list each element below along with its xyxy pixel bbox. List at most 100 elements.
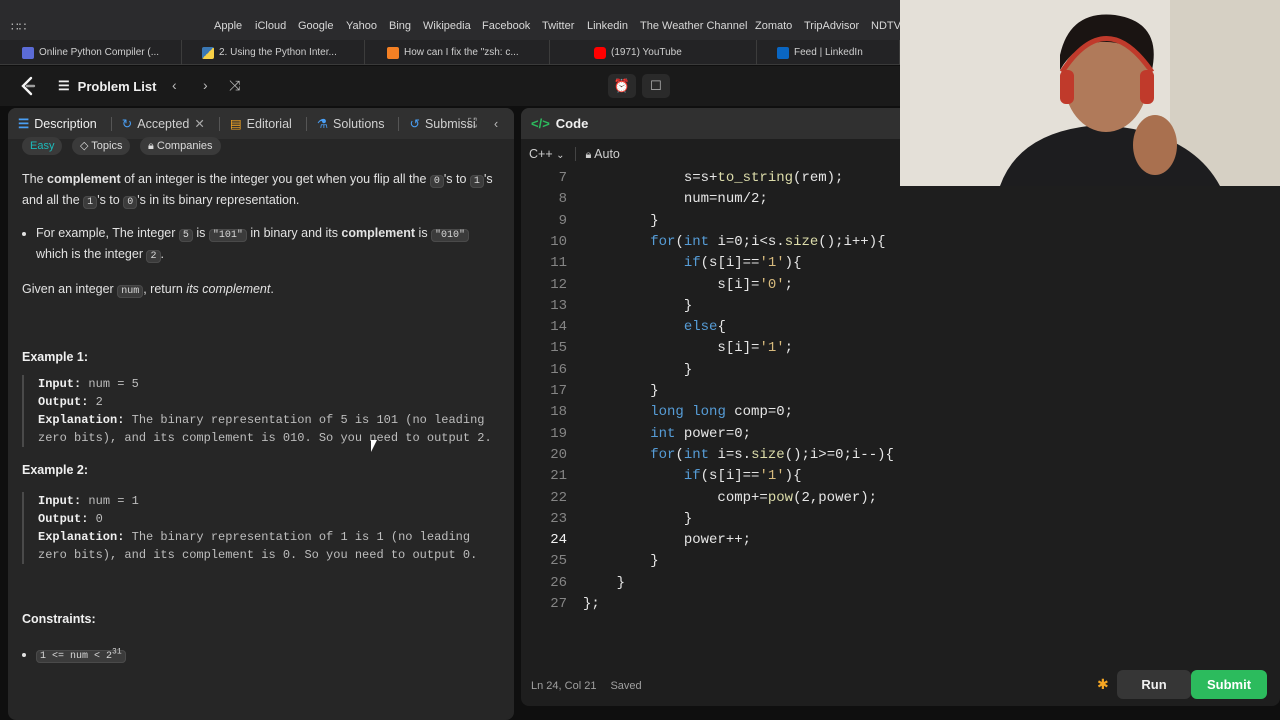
line-number: 10: [550, 233, 567, 250]
inline-code: "010": [431, 229, 470, 242]
list-item: For example, The integer 5 is "101" in b…: [36, 224, 500, 266]
code-line[interactable]: 27};: [521, 594, 1280, 615]
text: which is the integer: [36, 247, 147, 261]
chevron-down-icon: ⌄: [556, 150, 565, 161]
debug-icon[interactable]: ✱: [1097, 676, 1109, 693]
browser-tab[interactable]: Feed | LinkedIn: [765, 40, 900, 65]
tab-solutions[interactable]: ⚗ Solutions: [317, 116, 385, 132]
code-panel: </> Code C++ ⌄ 🔒︎ Auto 7 s=s+to_string(r…: [521, 108, 1280, 706]
tab-label: Description: [34, 116, 97, 131]
code-line[interactable]: 8 num=num/2;: [521, 189, 1280, 210]
browser-tab[interactable]: How can I fix the "zsh: c...: [375, 40, 550, 65]
code-line[interactable]: 17 }: [521, 381, 1280, 402]
tab-editorial[interactable]: ▤ Editorial: [229, 116, 292, 132]
bookmark-wikipedia[interactable]: Wikipedia: [423, 20, 471, 32]
code-line[interactable]: 10 for(int i=0;i<s.size();i++){: [521, 232, 1280, 253]
browser-tab[interactable]: 2. Using the Python Inter...: [190, 40, 365, 65]
tab-submissions[interactable]: ↺ Submissi: [409, 116, 475, 132]
code-line[interactable]: 21 if(s[i]=='1'){: [521, 466, 1280, 487]
code-line[interactable]: 9 }: [521, 211, 1280, 232]
code-line[interactable]: 11 if(s[i]=='1'){: [521, 253, 1280, 274]
linkedin-icon: [777, 46, 789, 59]
code-text: for(int i=0;i<s.size();i++){: [650, 233, 886, 250]
code-line[interactable]: 26 }: [521, 573, 1280, 594]
bookmark-twitter[interactable]: Twitter: [542, 20, 574, 32]
companies-button[interactable]: 🔒︎ Companies: [139, 137, 221, 155]
line-number: 15: [550, 340, 567, 357]
code-line[interactable]: 22 comp+=pow(2,power);: [521, 488, 1280, 509]
collapse-icon[interactable]: ‹: [494, 117, 498, 131]
problem-list-button[interactable]: ☰ Problem List: [58, 78, 156, 94]
book-icon: ▤: [229, 117, 242, 131]
bookmark-facebook[interactable]: Facebook: [482, 20, 530, 32]
bookmark-google[interactable]: Google: [298, 20, 333, 32]
next-problem-icon[interactable]: ›: [203, 77, 208, 93]
browser-tab[interactable]: (1971) YouTube: [582, 40, 757, 65]
browser-tab[interactable]: Online Python Compiler (...: [10, 40, 182, 65]
input-value: num = 1: [81, 494, 139, 508]
line-number: 24: [550, 532, 567, 549]
tab-label: Accepted: [137, 116, 190, 131]
inline-code: 5: [178, 229, 193, 242]
italic-text: its complement: [186, 282, 271, 296]
bookmark-icloud[interactable]: iCloud: [255, 20, 286, 32]
topics-button[interactable]: ◇ Topics: [71, 137, 131, 155]
code-text: for(int i=s.size();i>=0;i--){: [650, 446, 894, 463]
text: .: [160, 247, 164, 261]
auto-mode-toggle[interactable]: 🔒︎ Auto: [586, 147, 620, 162]
bookmark-bing[interactable]: Bing: [389, 20, 411, 32]
code-editor[interactable]: 7 s=s+to_string(rem); 8 num=num/2; 9 } 10 f…: [521, 168, 1280, 668]
leetcode-logo-icon[interactable]: [18, 76, 38, 96]
bookmark-weather-channel[interactable]: The Weather Channel: [640, 20, 747, 32]
code-text: else{: [683, 319, 726, 336]
lock-icon: 🔒︎: [585, 148, 592, 161]
language-select[interactable]: C++ ⌄: [529, 147, 565, 161]
apps-grid-icon[interactable]: ∷∷: [11, 20, 26, 34]
problem-list-label: Problem List: [77, 78, 157, 94]
explanation-label: Explanation:: [38, 530, 125, 544]
bookmark-zomato[interactable]: Zomato: [755, 20, 792, 32]
notes-icon[interactable]: ☐: [642, 74, 670, 98]
code-line[interactable]: 19 int power=0;: [521, 424, 1280, 445]
code-text: s[i]='1';: [583, 340, 794, 357]
shuffle-icon[interactable]: ⤨: [229, 77, 240, 94]
bookmark-ndtv[interactable]: NDTV: [871, 20, 901, 32]
close-icon[interactable]: ✕: [194, 116, 204, 131]
problem-task: Given an integer num, return its complem…: [22, 280, 500, 301]
example-2-block: Input: num = 1 Output: 0 Explanation: Th…: [22, 492, 500, 564]
code-line[interactable]: 15 s[i]='1';: [521, 338, 1280, 359]
line-number: 19: [550, 425, 567, 442]
maximize-icon[interactable]: ⛶: [468, 116, 477, 131]
output-label: Output:: [38, 395, 89, 409]
tab-label: Solutions: [333, 116, 385, 131]
tab-label: Online Python Compiler (...: [39, 47, 160, 58]
code-line[interactable]: 14 else{: [521, 317, 1280, 338]
companies-label: Companies: [156, 140, 213, 152]
submit-button[interactable]: Submit: [1191, 670, 1267, 699]
code-line[interactable]: 18 long long comp=0;: [521, 402, 1280, 423]
bookmark-apple[interactable]: Apple: [214, 20, 242, 32]
alarm-clock-icon[interactable]: ⏰: [608, 74, 636, 98]
mouse-cursor-icon: [371, 440, 377, 452]
inline-code: 1 <= num < 231: [36, 648, 126, 664]
lock-icon: 🔒︎: [147, 140, 154, 152]
tab-accepted[interactable]: ↻ Accepted ✕: [122, 116, 205, 132]
code-line[interactable]: 12 s[i]='0';: [521, 275, 1280, 296]
tab-description[interactable]: ☰ Description: [18, 116, 97, 132]
text: in binary and its: [246, 226, 342, 240]
code-line[interactable]: 13 }: [521, 296, 1280, 317]
code-line[interactable]: 25 }: [521, 551, 1280, 572]
code-line[interactable]: 16 }: [521, 360, 1280, 381]
run-button[interactable]: Run: [1117, 670, 1191, 699]
code-line[interactable]: 23 }: [521, 509, 1280, 530]
bookmark-yahoo[interactable]: Yahoo: [346, 20, 377, 32]
exponent: 31: [112, 648, 122, 657]
inline-code: 2: [146, 250, 161, 263]
code-text: if(s[i]=='1'){: [683, 468, 802, 485]
code-line[interactable]: 20 for(int i=s.size();i>=0;i--){: [521, 445, 1280, 466]
prev-problem-icon[interactable]: ‹: [172, 77, 177, 93]
code-line[interactable]: 24 power++;: [521, 530, 1280, 551]
difficulty-badge: Easy: [22, 137, 63, 155]
bookmark-linkedin[interactable]: Linkedin: [587, 20, 628, 32]
bookmark-tripadvisor[interactable]: TripAdvisor: [804, 20, 859, 32]
